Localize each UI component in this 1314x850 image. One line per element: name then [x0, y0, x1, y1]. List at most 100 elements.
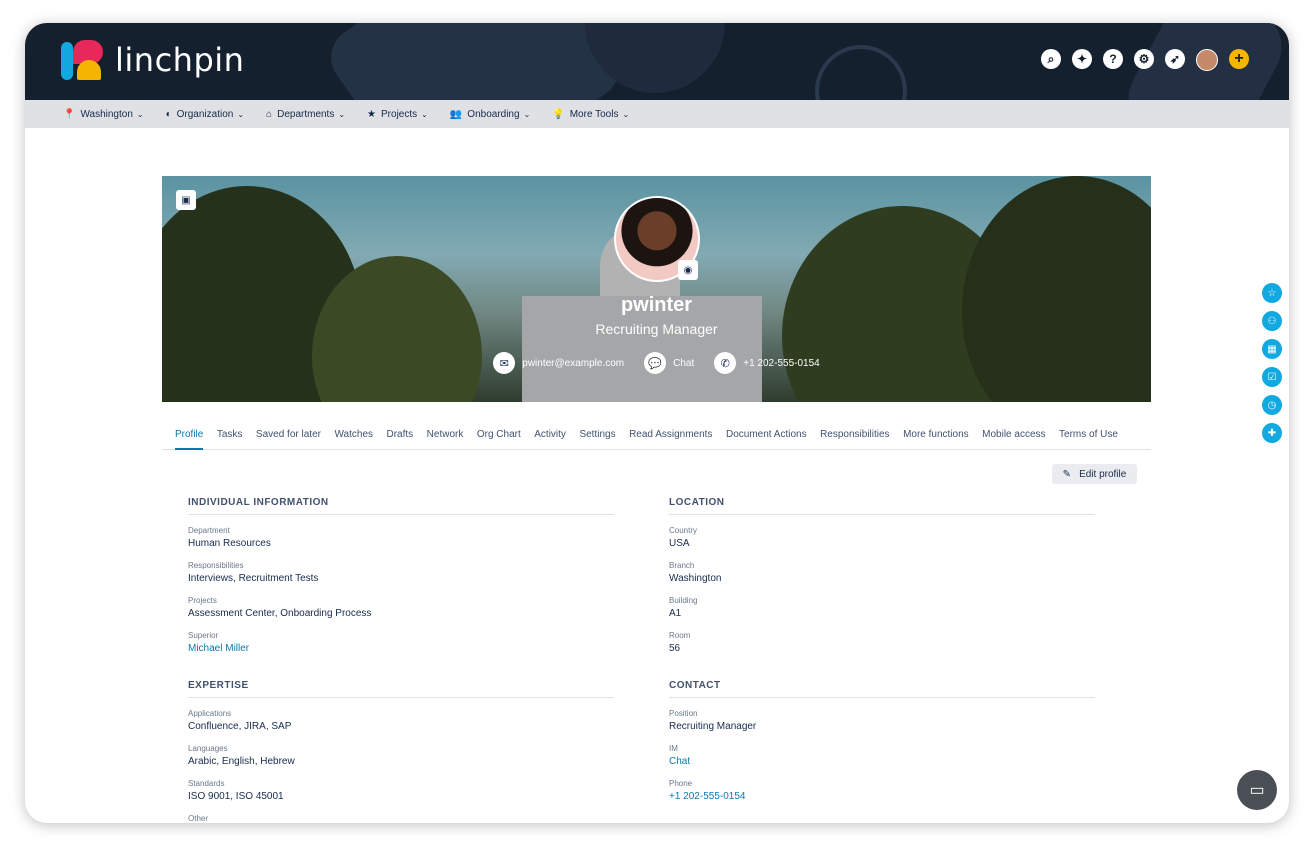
puzzle-icon[interactable]: ✚: [1262, 423, 1282, 443]
nav-item-washington[interactable]: 📍 Washington ⌄: [63, 109, 144, 120]
phone-link[interactable]: +1 202-555-0154: [669, 791, 1095, 802]
tab-terms-of-use[interactable]: Terms of Use: [1059, 428, 1118, 450]
nav-item-label: Washington: [80, 108, 133, 120]
field-other: Other: [188, 814, 614, 823]
expertise-section: EXPERTISE Applications Confluence, JIRA,…: [188, 680, 614, 823]
people-icon: 👥: [449, 108, 463, 120]
profile-role: Recruiting Manager: [595, 321, 718, 337]
camera-icon[interactable]: ◉: [678, 260, 698, 280]
clock-icon[interactable]: ◷: [1262, 395, 1282, 415]
tab-document-actions[interactable]: Document Actions: [726, 428, 807, 450]
field-label: Building: [669, 596, 698, 605]
nav-item-projects[interactable]: ★ Projects ⌄: [367, 109, 428, 120]
field-projects: Projects Assessment Center, Onboarding P…: [188, 596, 614, 619]
profile-contacts: ✉ pwinter@example.com 💬 Chat ✆ +1 202-55…: [162, 352, 1151, 374]
field-value: Assessment Center, Onboarding Process: [188, 608, 372, 619]
nav-item-departments[interactable]: ⌂ Departments ⌄: [266, 109, 345, 120]
field-department: Department Human Resources: [188, 526, 614, 549]
plus-icon[interactable]: +: [1229, 49, 1249, 69]
help-icon[interactable]: ?: [1103, 49, 1123, 69]
linchpin-logo[interactable]: linchpin: [61, 40, 244, 80]
header-icons: ⌕ ✦ ? ⚙ ➶ +: [1041, 49, 1249, 71]
nav-item-organization[interactable]: ◐ Organization ⌄: [166, 109, 244, 120]
tab-read-assignments[interactable]: Read Assignments: [629, 428, 712, 450]
field-label: Position: [669, 709, 698, 718]
section-title: CONTACT: [669, 680, 1095, 698]
location-section: LOCATION Country USA Branch Washington B…: [669, 497, 1095, 666]
section-title: LOCATION: [669, 497, 1095, 515]
search-icon[interactable]: ⌕: [1041, 49, 1061, 69]
tab-saved-for-later[interactable]: Saved for later: [256, 428, 321, 450]
nav-item-label: Organization: [176, 108, 234, 120]
field-superior: Superior Michael Miller: [188, 631, 614, 654]
chevron-down-icon: ⌄: [421, 109, 428, 119]
contact-phone[interactable]: ✆ +1 202-555-0154: [714, 352, 820, 374]
nav-item-label: Onboarding: [467, 108, 520, 120]
nav-item-more-tools[interactable]: 💡 More Tools ⌄: [552, 109, 629, 120]
field-label: Department: [188, 526, 230, 535]
compass-icon[interactable]: ✦: [1072, 49, 1092, 69]
tab-org-chart[interactable]: Org Chart: [477, 428, 521, 450]
tab-watches[interactable]: Watches: [334, 428, 373, 450]
contact-phone-text: +1 202-555-0154: [743, 357, 820, 369]
contact-chat[interactable]: 💬 Chat: [644, 352, 694, 374]
tab-settings[interactable]: Settings: [579, 428, 615, 450]
profile-name: pwinter: [620, 294, 693, 316]
field-value: Confluence, JIRA, SAP: [188, 721, 292, 732]
checkbox-icon[interactable]: ☑: [1262, 367, 1282, 387]
nav-item-onboarding[interactable]: 👥 Onboarding ⌄: [450, 109, 530, 120]
tab-activity[interactable]: Activity: [534, 428, 566, 450]
field-position: Position Recruiting Manager: [669, 709, 1095, 732]
field-standards: Standards ISO 9001, ISO 45001: [188, 779, 614, 802]
grid-icon[interactable]: ▦: [1262, 339, 1282, 359]
field-country: Country USA: [669, 526, 1095, 549]
section-title: EXPERTISE: [188, 680, 614, 698]
field-value: Arabic, English, Hebrew: [188, 756, 295, 767]
nav-item-label: Projects: [381, 108, 418, 120]
star-icon[interactable]: ☆: [1262, 283, 1282, 303]
field-value: Human Resources: [188, 538, 271, 549]
chevron-down-icon: ⌄: [523, 109, 531, 119]
edit-profile-label: Edit profile: [1079, 468, 1127, 480]
star-icon: ★: [367, 108, 377, 120]
field-languages: Languages Arabic, English, Hebrew: [188, 744, 614, 767]
chat-link[interactable]: Chat: [669, 756, 1095, 767]
field-value: Recruiting Manager: [669, 721, 757, 732]
chevron-down-icon: ⌄: [237, 109, 245, 119]
field-label: Projects: [188, 596, 217, 605]
tab-mobile-access[interactable]: Mobile access: [982, 428, 1045, 450]
tab-drafts[interactable]: Drafts: [387, 428, 414, 450]
lightbulb-icon: 💡: [552, 108, 565, 120]
tab-responsibilities[interactable]: Responsibilities: [820, 428, 889, 450]
field-responsibilities: Responsibilities Interviews, Recruitment…: [188, 561, 614, 584]
chevron-down-icon: ⌄: [338, 109, 346, 119]
user-avatar-icon[interactable]: [1196, 49, 1218, 71]
tab-profile[interactable]: Profile: [175, 428, 204, 450]
tab-network[interactable]: Network: [427, 428, 464, 450]
contact-email-text: pwinter@example.com: [522, 357, 625, 369]
edit-profile-button[interactable]: ✎ Edit profile: [1052, 464, 1137, 484]
field-room: Room 56: [669, 631, 1095, 654]
main-nav: 📍 Washington ⌄ ◐ Organization ⌄ ⌂ Depart…: [25, 100, 1289, 128]
rocket-icon[interactable]: ➶: [1165, 49, 1185, 69]
header-decoration: [319, 23, 631, 100]
envelope-icon: ✉: [493, 352, 516, 374]
chevron-down-icon: ⌄: [622, 109, 630, 119]
contact-section: CONTACT Position Recruiting Manager IM C…: [669, 680, 1095, 814]
field-value: USA: [669, 538, 690, 549]
change-cover-image-icon[interactable]: ▣: [176, 190, 196, 210]
chat-widget-icon[interactable]: ▭: [1237, 770, 1277, 810]
contact-chat-text: Chat: [673, 357, 695, 369]
people-icon[interactable]: ⚇: [1262, 311, 1282, 331]
superior-link[interactable]: Michael Miller: [188, 643, 614, 654]
field-value: 56: [669, 643, 681, 654]
chat-bubble-icon: 💬: [644, 352, 667, 374]
field-label: Country: [669, 526, 698, 535]
contact-email[interactable]: ✉ pwinter@example.com: [493, 352, 624, 374]
tab-more-functions[interactable]: More functions: [903, 428, 969, 450]
tab-tasks[interactable]: Tasks: [217, 428, 243, 450]
nav-item-label: Departments: [277, 108, 335, 120]
settings-icon[interactable]: ⚙: [1134, 49, 1154, 69]
pencil-icon: ✎: [1062, 468, 1072, 480]
individual-information-section: INDIVIDUAL INFORMATION Department Human …: [188, 497, 614, 666]
